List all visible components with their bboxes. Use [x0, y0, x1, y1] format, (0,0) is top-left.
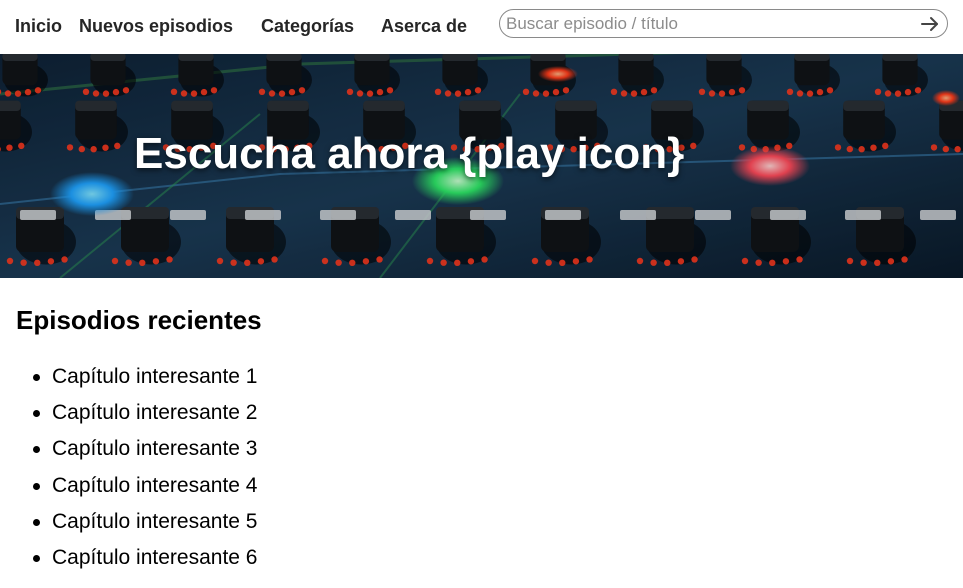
bullet-icon	[33, 410, 40, 418]
recent-episodes-heading: Episodios recientes	[16, 305, 262, 335]
episode-item-1[interactable]: Capítulo interesante 1	[33, 363, 257, 399]
bullet-icon	[33, 482, 40, 490]
nav-link-nuevos-episodios[interactable]: Nuevos episodios	[79, 16, 233, 36]
search-input[interactable]	[506, 13, 916, 35]
nav-link-categorias[interactable]: Categorías	[261, 16, 354, 36]
arrow-right-icon[interactable]	[919, 13, 941, 35]
hero-title: Escucha ahora {play icon}	[134, 129, 685, 178]
episode-item-5[interactable]: Capítulo interesante 5	[33, 508, 257, 544]
episode-item-6[interactable]: Capítulo interesante 6	[33, 544, 257, 580]
bullet-icon	[33, 554, 40, 562]
hero-banner: Escucha ahora {play icon}	[0, 54, 963, 278]
episode-list: Capítulo interesante 1 Capítulo interesa…	[33, 363, 257, 580]
bullet-icon	[33, 374, 40, 381]
episode-item-4[interactable]: Capítulo interesante 4	[33, 472, 257, 508]
nav-link-inicio[interactable]: Inicio	[15, 16, 62, 36]
nav-link-aserca-de[interactable]: Aserca de	[381, 16, 467, 36]
bullet-icon	[33, 446, 40, 454]
search-box	[499, 9, 948, 38]
episode-item-2[interactable]: Capítulo interesante 2	[33, 399, 257, 435]
bullet-icon	[33, 518, 40, 526]
top-nav: Inicio Nuevos episodios Categorías Aserc…	[0, 0, 963, 54]
episode-item-3[interactable]: Capítulo interesante 3	[33, 435, 257, 471]
